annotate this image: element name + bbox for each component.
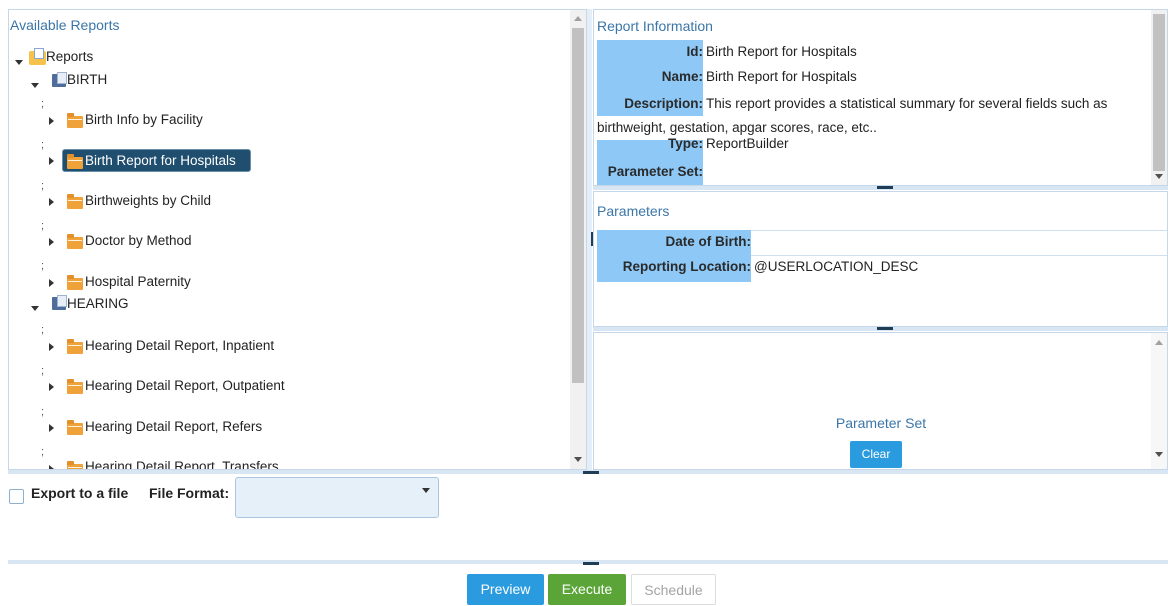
description-value-line2: birthweight, gestation, apgar scores, ra… [597,120,877,135]
report-information-title: Report Information [597,18,713,34]
expand-icon[interactable] [49,343,54,351]
tree-separator: ; [41,406,45,418]
available-reports-panel: Available Reports Reports BIRTH ; Birth … [8,9,587,470]
reports-root-icon [29,48,46,65]
folder-icon [67,275,83,290]
id-label: Id: [686,44,704,59]
folder-icon [67,379,83,394]
folder-icon [67,234,83,249]
tree-separator: ; [41,180,45,192]
parameters-title: Parameters [597,203,670,219]
preview-button[interactable]: Preview [467,574,544,605]
tree-item-birthweights-by-child[interactable]: Birthweights by Child [85,191,211,211]
folder-icon [67,154,83,169]
tree-node-birth[interactable]: BIRTH [67,70,107,90]
birth-group-icon [52,72,67,87]
tree-item-hospital-paternity[interactable]: Hospital Paternity [85,272,191,292]
tree-separator: ; [41,139,45,151]
schedule-button[interactable]: Schedule [631,574,716,605]
tree-separator: ; [41,365,45,377]
tree-item-hearing-refers[interactable]: Hearing Detail Report, Refers [85,417,262,437]
type-value: ReportBuilder [706,136,789,151]
chevron-down-icon[interactable] [422,488,430,493]
file-format-label: File Format: [149,485,230,501]
folder-icon [67,420,83,435]
expand-icon[interactable] [49,279,54,287]
tree-item-doctor-by-method[interactable]: Doctor by Method [85,231,192,251]
horizontal-splitter-grip[interactable] [583,471,599,474]
tree-item-birth-report-for-hospitals[interactable]: Birth Report for Hospitals [85,151,236,171]
expand-icon[interactable] [49,424,54,432]
parameter-set-label: Parameter Set: [607,164,703,179]
scroll-down-icon[interactable] [1155,174,1163,179]
scroll-up-icon[interactable] [574,16,582,21]
file-format-select[interactable] [235,477,439,518]
tree-item-hearing-inpatient[interactable]: Hearing Detail Report, Inpatient [85,336,274,356]
name-value: Birth Report for Hospitals [706,69,857,84]
expand-icon[interactable] [49,117,54,125]
collapse-birth-icon[interactable] [31,83,39,88]
name-label: Name: [661,69,703,84]
tree-separator: ; [41,220,45,232]
parameters-panel: Parameters Date of Birth: Reporting Loca… [593,191,1168,327]
available-reports-title: Available Reports [10,17,120,33]
folder-icon [67,194,83,209]
tree-node-reports[interactable]: Reports [46,47,93,67]
tree-separator: ; [41,260,45,272]
reporting-location-value[interactable]: @USERLOCATION_DESC [754,259,918,274]
scrollbar-thumb[interactable] [1153,14,1165,171]
folder-icon [67,339,83,354]
date-of-birth-label: Date of Birth: [665,234,752,249]
tree-node-hearing[interactable]: HEARING [67,294,129,314]
export-checkbox[interactable] [9,489,24,504]
report-information-panel: Report Information Id: Birth Report for … [593,9,1168,186]
tree-scrollbar[interactable] [570,10,586,469]
collapse-reports-icon[interactable] [15,60,23,65]
type-label: Type: [667,136,703,151]
tree-separator: ; [41,324,45,336]
tree-separator: ; [41,98,45,110]
expand-icon[interactable] [49,238,54,246]
clear-button[interactable]: Clear [850,441,902,468]
scroll-down-icon[interactable] [574,457,582,462]
id-value: Birth Report for Hospitals [706,44,857,59]
collapse-hearing-icon[interactable] [31,306,39,311]
parameter-set-scrollbar[interactable] [1151,333,1167,469]
expand-icon[interactable] [49,157,54,165]
reporting-location-label: Reporting Location: [622,259,751,274]
horizontal-splitter-grip[interactable] [877,327,893,330]
tree-item-hearing-transfers[interactable]: Hearing Detail Report, Transfers [85,457,279,469]
folder-icon [67,113,83,128]
export-to-file-label: Export to a file [31,485,129,501]
date-of-birth-field[interactable] [751,230,1167,256]
horizontal-splitter-grip[interactable] [583,562,599,565]
scroll-down-icon[interactable] [1155,452,1163,457]
tree-item-birth-info-by-facility[interactable]: Birth Info by Facility [85,110,203,130]
scrollbar-thumb[interactable] [572,28,584,383]
horizontal-splitter-grip[interactable] [877,186,893,189]
parameter-set-title: Parameter Set [835,415,927,431]
expand-icon[interactable] [49,383,54,391]
hearing-group-icon [52,295,67,310]
description-label: Description: [624,96,703,111]
tree-item-hearing-outpatient[interactable]: Hearing Detail Report, Outpatient [85,376,285,396]
execute-button[interactable]: Execute [548,574,626,605]
parameter-set-panel: Parameter Set Clear [593,332,1168,470]
report-info-scrollbar[interactable] [1151,10,1167,185]
tree-separator: ; [41,446,45,458]
description-value-line1: This report provides a statistical summa… [706,96,1108,111]
tree-item-selected[interactable]: Birth Report for Hospitals [62,149,251,172]
expand-icon[interactable] [49,198,54,206]
scroll-up-icon[interactable] [1155,340,1163,345]
